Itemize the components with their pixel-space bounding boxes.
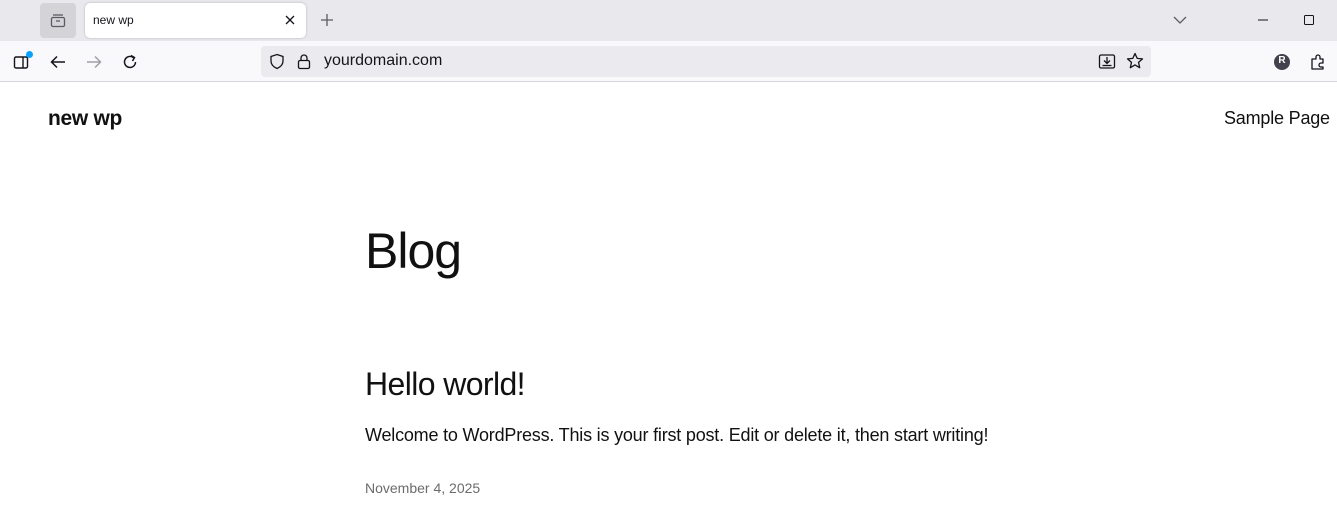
navigation-toolbar: yourdomain.com R (0, 41, 1337, 82)
forward-arrow-icon (87, 55, 102, 69)
sidebar-button[interactable] (11, 51, 33, 73)
close-icon (285, 15, 295, 25)
post-date: November 4, 2025 (365, 480, 481, 496)
tab-strip: new wp (0, 0, 1337, 41)
page-title: Blog (365, 223, 462, 279)
tab-overview-icon (50, 13, 66, 27)
plus-icon (321, 14, 333, 26)
web-page: new wp Sample Page Blog Hello world! Wel… (0, 83, 1337, 511)
post-excerpt: Welcome to WordPress. This is your first… (365, 425, 989, 445)
extensions-button[interactable] (1307, 51, 1329, 73)
url-text[interactable]: yourdomain.com (324, 52, 442, 70)
window-maximize-button[interactable] (1300, 11, 1318, 29)
bookmark-button[interactable] (1126, 52, 1144, 75)
site-title-link[interactable]: new wp (48, 107, 122, 131)
site-info-button[interactable] (297, 53, 311, 75)
nav-link-sample-page[interactable]: Sample Page (1224, 108, 1330, 129)
new-tab-button[interactable] (317, 10, 337, 30)
install-app-button[interactable] (1098, 52, 1116, 75)
reload-icon (123, 54, 137, 69)
back-arrow-icon (50, 55, 65, 69)
maximize-icon (1304, 15, 1314, 25)
tab-list-button[interactable] (1170, 11, 1190, 29)
chevron-down-icon (1173, 16, 1187, 24)
notification-badge (26, 51, 33, 58)
back-button[interactable] (47, 51, 69, 73)
minimize-icon (1258, 19, 1268, 21)
profile-button[interactable]: R (1271, 51, 1293, 73)
forward-button[interactable] (83, 51, 105, 73)
tab-overview-button[interactable] (40, 3, 76, 38)
address-bar[interactable]: yourdomain.com (261, 46, 1151, 77)
post-title-link[interactable]: Hello world! (365, 366, 526, 403)
shield-icon (270, 53, 284, 70)
window-minimize-button[interactable] (1254, 11, 1272, 29)
download-install-icon (1098, 54, 1116, 69)
profile-initial: R (1278, 55, 1286, 66)
tab-title: new wp (93, 13, 134, 27)
star-icon (1126, 52, 1144, 69)
extensions-icon (1311, 54, 1324, 70)
lock-icon (297, 54, 311, 70)
tracking-protection-button[interactable] (269, 53, 285, 75)
browser-tab[interactable]: new wp (85, 3, 306, 38)
tab-close-button[interactable] (281, 11, 299, 29)
reload-button[interactable] (119, 51, 141, 73)
